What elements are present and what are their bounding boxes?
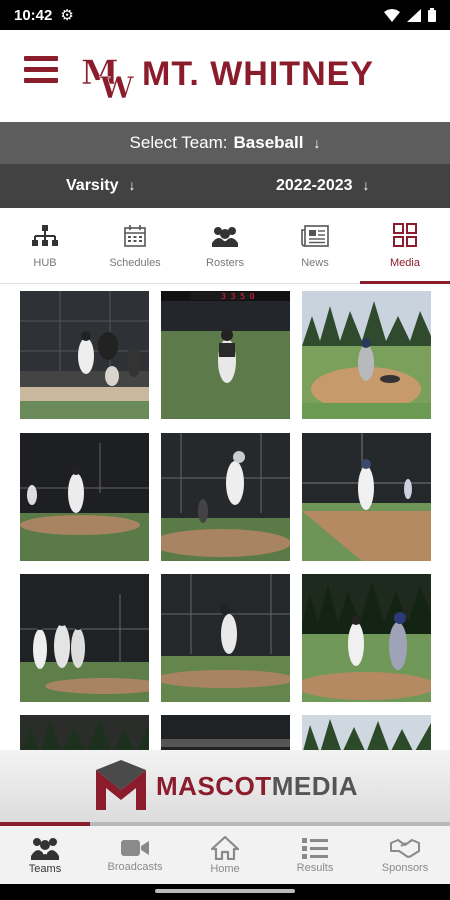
media-thumbnail[interactable] [302,574,431,702]
hierarchy-icon [32,225,58,246]
signal-icon [407,8,421,22]
settings-gear-icon: ⚙ [60,7,74,24]
sponsor-name: MASCOTMEDIA [156,771,358,802]
newspaper-icon [301,225,329,247]
mw-logo-icon: M W [81,53,136,100]
sponsor-banner[interactable]: MASCOTMEDIA [0,750,450,822]
nav-sponsors[interactable]: Sponsors [360,826,450,884]
sponsor-name-part1: MASCOT [156,770,272,801]
school-name: MT. WHITNEY [142,54,374,93]
status-bar: 10:42 ⚙ [0,0,450,30]
tab-label: Rosters [206,257,244,269]
grid-icon [393,223,417,247]
tab-label: Media [390,257,420,269]
media-thumbnail[interactable] [302,291,431,419]
nav-label: Results [296,861,334,874]
list-icon [302,837,328,859]
season-dropdown[interactable]: 2022-2023 ↓ [276,177,370,195]
calendar-icon [124,225,146,247]
app-header: M W MT. WHITNEY [0,30,450,122]
media-thumbnail[interactable] [161,433,290,561]
arrow-down-icon: ↓ [362,177,370,193]
video-camera-icon [121,839,149,856]
nav-label: Teams [28,862,62,875]
svg-text:W: W [99,71,135,100]
tab-label: Schedules [109,257,161,269]
sponsor-name-part2: MEDIA [271,770,358,801]
media-thumbnail[interactable] [302,433,431,561]
tab-news[interactable]: News [270,208,360,283]
media-thumbnail[interactable] [161,574,290,702]
nav-label: Sponsors [381,861,429,874]
section-tabs: HUB Schedules Rosters News Media [0,208,450,284]
handshake-icon [390,838,420,858]
media-thumbnail[interactable] [20,715,149,750]
home-icon [211,835,239,860]
media-thumbnail[interactable] [161,715,290,750]
nav-results[interactable]: Results [270,826,360,884]
tab-rosters[interactable]: Rosters [180,208,270,283]
wifi-icon [384,8,400,22]
school-brand: M W MT. WHITNEY [80,48,374,100]
scoreboard-digits: 3 3 5 0 [221,292,255,301]
tab-media[interactable]: Media [360,208,450,284]
battery-icon [428,8,436,22]
media-grid: 3 3 5 0 [0,284,450,750]
season-value: 2022-2023 [276,177,353,194]
team-selector-value: Baseball [233,133,304,152]
media-thumbnail[interactable] [302,715,431,750]
status-time: 10:42 [14,6,53,24]
menu-hamburger-icon[interactable] [24,56,58,86]
media-thumbnail[interactable]: 3 3 5 0 [161,291,290,419]
teams-icon [31,837,59,860]
arrow-down-icon: ↓ [128,177,136,193]
team-selector[interactable]: Select Team: Baseball ↓ [0,122,450,164]
team-selector-label: Select Team: [129,133,228,152]
status-icons [384,8,436,22]
level-value: Varsity [66,177,119,194]
nav-home[interactable]: Home [180,826,270,884]
system-home-indicator[interactable] [0,884,450,900]
mascot-media-logo-icon [96,760,147,810]
bottom-navigation: Teams Broadcasts Home Results Sponsors [0,826,450,884]
arrow-down-icon: ↓ [313,135,321,151]
media-thumbnail[interactable] [20,433,149,561]
level-dropdown[interactable]: Varsity ↓ [66,177,135,195]
filter-bar: Varsity ↓ 2022-2023 ↓ [0,164,450,208]
nav-teams[interactable]: Teams [0,826,90,884]
nav-label: Home [210,862,240,875]
media-thumbnail[interactable] [20,574,149,702]
tab-hub[interactable]: HUB [0,208,90,283]
nav-label: Broadcasts [107,860,163,873]
tab-schedules[interactable]: Schedules [90,208,180,283]
tab-label: HUB [33,257,57,269]
tab-label: News [301,257,329,269]
nav-broadcasts[interactable]: Broadcasts [90,826,180,884]
group-icon [212,227,238,247]
media-thumbnail[interactable] [20,291,149,419]
